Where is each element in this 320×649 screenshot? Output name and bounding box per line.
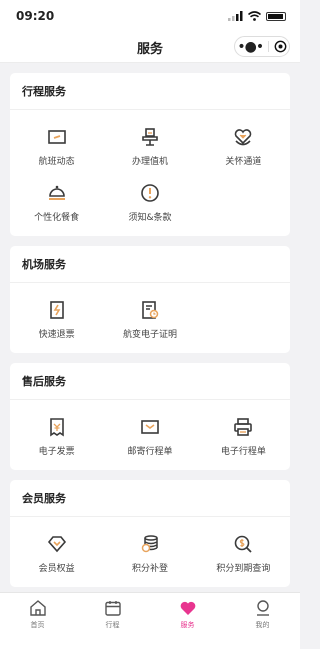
tab-bar: 首页 行程 服务 我的 [0, 592, 300, 649]
service-label: 电子发票 [38, 446, 75, 457]
printer-icon [234, 417, 253, 436]
service-label: 航班动态 [38, 156, 75, 167]
status-bar: 09:20 [0, 0, 300, 32]
refund-icon [49, 300, 64, 319]
service-notice[interactable]: 须知&条款 [103, 174, 196, 230]
section-title: 会员服务 [10, 480, 290, 517]
service-label: 航变电子证明 [122, 329, 177, 340]
section-title: 行程服务 [10, 73, 290, 110]
invoice-icon [49, 417, 64, 436]
service-label: 积分到期查询 [216, 563, 271, 574]
service-grid: 航班动态 办理值机 关怀通道 个性化餐食 须知&条款 [10, 110, 290, 236]
tab-label: 我的 [255, 621, 270, 629]
section-title: 售后服务 [10, 363, 290, 400]
trip-services-card: 行程服务 航班动态 办理值机 关怀通道 个性化餐食 须知&条款 [10, 73, 290, 236]
status-icons [228, 11, 286, 21]
service-label: 积分补登 [131, 563, 168, 574]
flight-status-icon [47, 129, 66, 144]
service-grid: 快速退票 航变电子证明 [10, 283, 290, 353]
service-refund[interactable]: 快速退票 [10, 291, 103, 347]
check-in-icon [142, 127, 158, 146]
tab-services[interactable]: 服务 [150, 593, 225, 649]
after-sales-card: 售后服务 电子发票 邮寄行程单 电子行程单 [10, 363, 290, 470]
diamond-icon [47, 535, 66, 552]
tab-label: 行程 [105, 621, 120, 629]
battery-icon [266, 11, 286, 21]
services-content: 行程服务 航班动态 办理值机 关怀通道 个性化餐食 须知&条款 机场服务 快速退… [0, 63, 300, 587]
service-points-expiry[interactable]: 积分到期查询 [197, 525, 290, 581]
capsule-divider [267, 41, 269, 52]
service-label: 电子行程单 [220, 446, 266, 457]
service-e-itinerary[interactable]: 电子行程单 [197, 408, 290, 464]
mail-icon [141, 419, 159, 434]
more-icon[interactable]: •●• [237, 40, 264, 54]
service-check-in[interactable]: 办理值机 [103, 118, 196, 174]
member-services-card: 会员服务 会员权益 积分补登 积分到期查询 [10, 480, 290, 587]
points-query-icon [235, 535, 252, 553]
certificate-icon [142, 300, 159, 319]
service-label: 关怀通道 [225, 156, 262, 167]
tab-home[interactable]: 首页 [0, 593, 75, 649]
meal-icon [48, 185, 65, 200]
service-meal[interactable]: 个性化餐食 [10, 174, 103, 230]
section-title: 机场服务 [10, 246, 290, 283]
calendar-icon [104, 601, 121, 616]
page-title: 服务 [136, 41, 163, 57]
service-grid: 电子发票 邮寄行程单 电子行程单 [10, 400, 290, 470]
coins-icon [141, 534, 158, 552]
service-care-channel[interactable]: 关怀通道 [197, 118, 290, 174]
tab-label: 服务 [180, 621, 195, 629]
service-invoice[interactable]: 电子发票 [10, 408, 103, 464]
service-label: 快速退票 [38, 329, 75, 340]
airport-services-card: 机场服务 快速退票 航变电子证明 [10, 246, 290, 353]
tab-profile[interactable]: 我的 [225, 593, 300, 649]
signal-icon [228, 11, 243, 21]
care-channel-icon [235, 128, 252, 145]
close-miniprogram-icon[interactable] [274, 40, 287, 53]
service-mail-itinerary[interactable]: 邮寄行程单 [103, 408, 196, 464]
heart-icon [180, 601, 195, 615]
notice-icon [141, 183, 159, 202]
service-label: 邮寄行程单 [127, 446, 173, 457]
service-label: 个性化餐食 [34, 212, 80, 223]
service-certificate[interactable]: 航变电子证明 [103, 291, 196, 347]
nav-bar: 服务 •●• [0, 32, 300, 63]
service-label: 会员权益 [38, 563, 75, 574]
profile-icon [256, 600, 269, 616]
wifi-icon [248, 11, 261, 21]
status-time: 09:20 [16, 9, 55, 23]
service-label: 须知&条款 [128, 212, 172, 223]
service-flight-status[interactable]: 航班动态 [10, 118, 103, 174]
tab-trips[interactable]: 行程 [75, 593, 150, 649]
service-points-claim[interactable]: 积分补登 [103, 525, 196, 581]
service-member-benefits[interactable]: 会员权益 [10, 525, 103, 581]
tab-label: 首页 [30, 621, 45, 629]
service-grid: 会员权益 积分补登 积分到期查询 [10, 517, 290, 587]
mini-program-capsule: •●• [234, 36, 290, 57]
home-icon [29, 600, 46, 616]
service-label: 办理值机 [131, 156, 168, 167]
